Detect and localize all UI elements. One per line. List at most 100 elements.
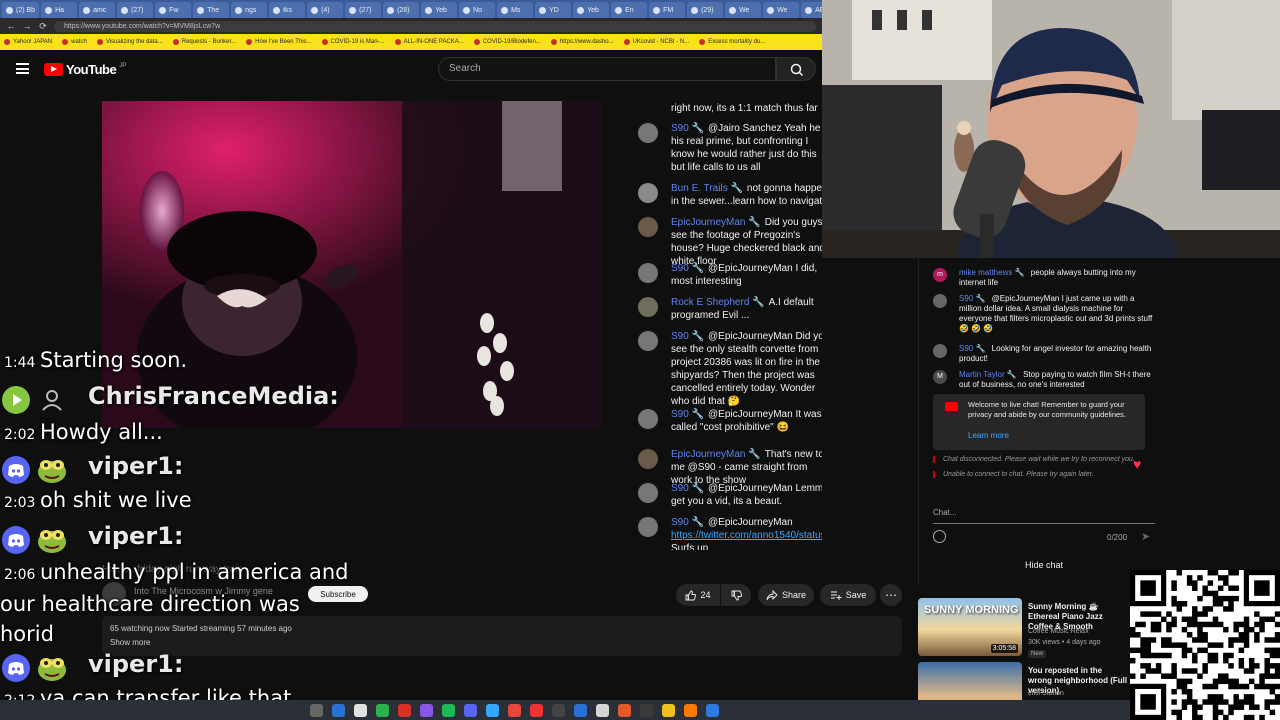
taskbar-app-icon[interactable] xyxy=(464,703,477,717)
taskbar-app-icon[interactable] xyxy=(442,703,455,717)
chat-avatar[interactable] xyxy=(638,449,658,469)
bookmark-item[interactable]: COVID-19 is Man-... xyxy=(321,39,385,45)
share-button[interactable]: Share xyxy=(758,584,814,606)
browser-tab[interactable]: FM xyxy=(649,2,686,18)
chat-avatar[interactable] xyxy=(638,217,658,237)
browser-tab[interactable]: No xyxy=(459,2,496,18)
browser-tab[interactable]: Yeb xyxy=(421,2,458,18)
chat-link[interactable]: https://twitter.com/anno1540/status/1... xyxy=(671,530,822,541)
taskbar-app-icon[interactable] xyxy=(376,703,389,717)
chat-author[interactable]: S90 🔧 xyxy=(671,409,704,420)
taskbar-app-icon[interactable] xyxy=(332,703,345,717)
chat-avatar[interactable] xyxy=(638,183,658,203)
taskbar-app-icon[interactable] xyxy=(508,703,521,717)
chat-avatar[interactable] xyxy=(638,517,658,537)
show-more-link[interactable]: Show more xyxy=(110,638,150,647)
browser-tab[interactable]: Fw xyxy=(155,2,192,18)
send-icon[interactable]: ➤ xyxy=(1141,530,1150,543)
browser-tab[interactable]: AEr xyxy=(801,2,822,18)
taskbar-app-icon[interactable] xyxy=(706,703,719,717)
chat-author[interactable]: EpicJourneyMan 🔧 xyxy=(671,449,761,460)
learn-more-link[interactable]: Learn more xyxy=(968,431,1009,441)
chat-author[interactable]: mike matthews 🔧 xyxy=(959,268,1025,277)
chat-avatar[interactable] xyxy=(638,409,658,429)
chat-avatar[interactable] xyxy=(933,294,947,308)
browser-tab[interactable]: ngs xyxy=(231,2,268,18)
more-actions-button[interactable]: ⋯ xyxy=(880,584,902,606)
taskbar-app-icon[interactable] xyxy=(684,703,697,717)
browser-tab[interactable]: (27) xyxy=(117,2,154,18)
browser-tab[interactable]: (29) xyxy=(687,2,724,18)
forward-icon[interactable]: → xyxy=(22,21,32,31)
chat-avatar[interactable] xyxy=(638,123,658,143)
browser-tab[interactable]: Yeb xyxy=(573,2,610,18)
taskbar-app-icon[interactable] xyxy=(552,703,565,717)
chat-author[interactable]: Bun E. Trails 🔧 xyxy=(671,183,743,194)
chat-avatar[interactable] xyxy=(638,483,658,503)
taskbar-app-icon[interactable] xyxy=(618,703,631,717)
secondary-chat-panel[interactable]: m mike matthews 🔧 people always butting i… xyxy=(918,258,1168,583)
bookmark-item[interactable]: ALL-IN-ONE PACKA... xyxy=(394,39,464,45)
chat-author[interactable]: S90 🔧 xyxy=(671,483,704,494)
save-button[interactable]: Save xyxy=(820,584,876,606)
chat-author[interactable]: S90 🔧 xyxy=(671,331,704,342)
chat-avatar[interactable] xyxy=(638,263,658,283)
chat-author[interactable]: S90 🔧 xyxy=(671,123,704,134)
bookmark-item[interactable]: Yahoo! JAPAN xyxy=(4,39,52,45)
channel-name[interactable]: Into The Microcosm w Jimmy gene xyxy=(134,586,273,596)
chat-input[interactable]: Chat... xyxy=(933,508,1155,524)
bookmark-item[interactable]: Requests - Bunker... xyxy=(172,39,236,45)
chat-author[interactable]: EpicJourneyMan 🔧 xyxy=(671,217,761,228)
chat-author[interactable]: S90 🔧 xyxy=(671,517,704,528)
chat-avatar[interactable] xyxy=(933,344,947,358)
taskbar-app-icon[interactable] xyxy=(574,703,587,717)
chat-avatar[interactable] xyxy=(638,331,658,351)
browser-tab[interactable]: amc xyxy=(79,2,116,18)
taskbar-app-icon[interactable] xyxy=(662,703,675,717)
browser-tab[interactable]: YD xyxy=(535,2,572,18)
recommendation-item[interactable]: SUNNY MORNING 3:05:58 Sunny Morning ☕ Et… xyxy=(918,598,1130,658)
url-field[interactable]: https://www.youtube.com/watch?v=MVM8jsLc… xyxy=(54,20,816,32)
taskbar-app-icon[interactable] xyxy=(530,703,543,717)
browser-tab[interactable]: tks xyxy=(269,2,306,18)
chat-author[interactable]: Rock E Shepherd 🔧 xyxy=(671,297,765,308)
browser-tab[interactable]: We xyxy=(725,2,762,18)
bookmark-item[interactable]: Excess mortality du... xyxy=(699,39,765,45)
bookmark-item[interactable]: How I've Been This... xyxy=(246,39,312,45)
browser-tab[interactable]: (2) Bb xyxy=(2,2,40,18)
browser-tab[interactable]: Ms xyxy=(497,2,534,18)
browser-tab[interactable]: En xyxy=(611,2,648,18)
chat-author[interactable]: Martin Taylor 🔧 xyxy=(959,370,1017,379)
bookmark-item[interactable]: COVID-19/Biodefen... xyxy=(473,39,541,45)
taskbar-app-icon[interactable] xyxy=(596,703,609,717)
youtube-logo[interactable]: YouTube JP xyxy=(44,62,126,77)
back-icon[interactable]: ← xyxy=(6,21,16,31)
dislike-button[interactable] xyxy=(721,584,751,606)
taskbar-app-icon[interactable] xyxy=(486,703,499,717)
taskbar-app-icon[interactable] xyxy=(354,703,367,717)
description-box[interactable]: 65 watching now Started streaming 57 min… xyxy=(102,616,902,656)
search-input[interactable]: Search xyxy=(438,57,776,81)
bookmark-item[interactable]: https://www.dasho... xyxy=(550,39,614,45)
emoji-icon[interactable] xyxy=(933,530,946,543)
browser-tab[interactable]: Ha xyxy=(41,2,78,18)
chat-avatar[interactable] xyxy=(638,297,658,317)
taskbar-app-icon[interactable] xyxy=(398,703,411,717)
heart-icon[interactable]: ♥ xyxy=(1133,456,1141,472)
chat-avatar[interactable]: m xyxy=(933,268,947,282)
bookmark-item[interactable]: UKcovid - NCBI - N... xyxy=(623,39,689,45)
bookmark-item[interactable]: Visualizing the data... xyxy=(96,39,163,45)
taskbar-app-icon[interactable] xyxy=(640,703,653,717)
chat-avatar[interactable]: M xyxy=(933,370,947,384)
chat-author[interactable]: S90 🔧 xyxy=(959,344,985,353)
recommendation-thumbnail[interactable]: SUNNY MORNING 3:05:58 xyxy=(918,598,1022,656)
search-button[interactable] xyxy=(776,57,816,81)
taskbar-app-icon[interactable] xyxy=(310,703,323,717)
taskbar-app-icon[interactable] xyxy=(420,703,433,717)
browser-tab[interactable]: (4) xyxy=(307,2,344,18)
browser-tab[interactable]: The xyxy=(193,2,230,18)
chat-author[interactable]: S90 🔧 xyxy=(671,263,704,274)
menu-icon[interactable] xyxy=(16,63,29,74)
channel-avatar[interactable] xyxy=(102,582,126,606)
bookmark-item[interactable]: watch xyxy=(62,39,87,45)
